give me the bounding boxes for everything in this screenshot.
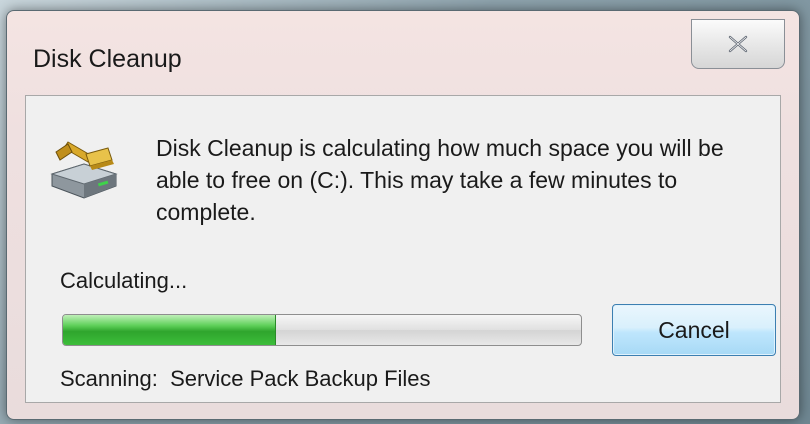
progress-bar (62, 314, 582, 346)
close-button[interactable] (691, 19, 785, 69)
window-title: Disk Cleanup (33, 45, 182, 73)
progress-bar-fill (63, 315, 277, 345)
status-label: Calculating... (60, 268, 188, 293)
dialog-content: Disk Cleanup is calculating how much spa… (25, 95, 781, 403)
disk-cleanup-window: Disk Cleanup Disk Cleanup is calculating… (6, 10, 800, 420)
scanning-status: Scanning: Service Pack Backup Files (60, 366, 431, 392)
scanning-item: Service Pack Backup Files (170, 366, 431, 391)
scanning-prefix: Scanning: (60, 366, 158, 391)
cancel-button[interactable]: Cancel (612, 304, 776, 356)
title-bar[interactable]: Disk Cleanup (7, 11, 799, 95)
close-x-icon (728, 35, 748, 53)
disk-cleanup-brush-icon (50, 141, 118, 199)
calculation-message: Disk Cleanup is calculating how much spa… (156, 135, 724, 225)
